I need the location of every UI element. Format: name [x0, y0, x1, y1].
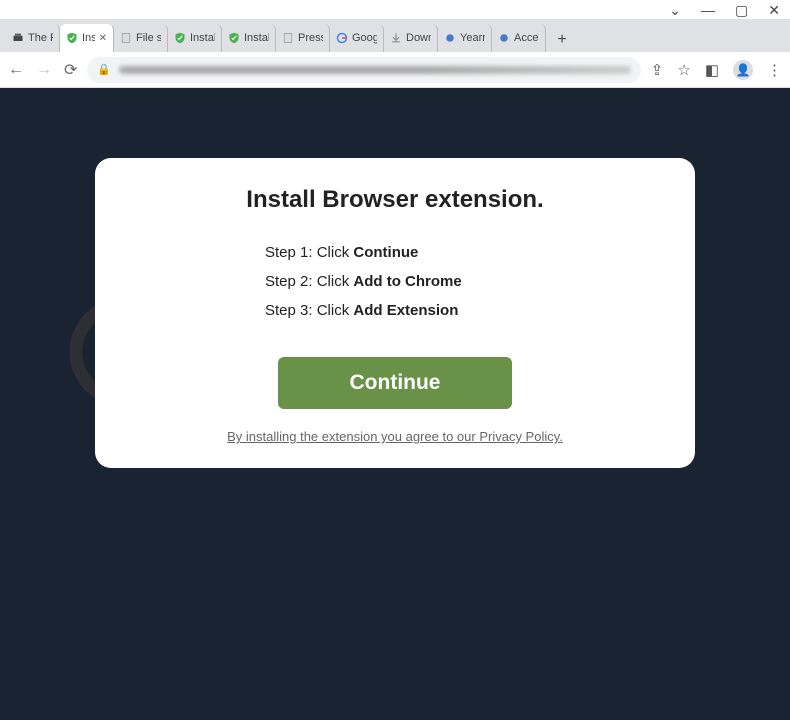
back-button[interactable]: ←	[8, 61, 24, 79]
google-icon	[336, 32, 348, 44]
printer-icon	[12, 32, 24, 44]
tab-title: Install	[244, 32, 269, 44]
page-viewport: risk.com Install Browser extension. Step…	[0, 88, 790, 720]
forward-button[interactable]: →	[36, 61, 52, 79]
share-icon[interactable]: ⇪	[651, 61, 664, 79]
step-action: Continue	[353, 244, 418, 261]
step-1: Step 1: Click Continue	[265, 244, 655, 261]
step-prefix: Step 3: Click	[265, 302, 353, 319]
tab-title: Acces	[514, 32, 539, 44]
step-action: Add to Chrome	[353, 273, 461, 290]
gear-icon	[444, 32, 456, 44]
tab-title: The P	[28, 32, 53, 44]
shield-icon	[174, 32, 186, 44]
gear-icon	[498, 32, 510, 44]
window-maximize-icon[interactable]: ▢	[735, 3, 748, 17]
tab-7[interactable]: Down	[384, 24, 438, 52]
tab-8[interactable]: Yearn	[438, 24, 492, 52]
tab-title: Ins	[82, 32, 95, 44]
tab-5[interactable]: Press	[276, 24, 330, 52]
step-prefix: Step 2: Click	[265, 273, 353, 290]
tab-close-icon[interactable]: ✕	[99, 33, 107, 44]
tab-2[interactable]: File sh	[114, 24, 168, 52]
step-3: Step 3: Click Add Extension	[265, 302, 655, 319]
window-controls: ⌄ — ▢ ✕	[0, 0, 790, 20]
tab-4[interactable]: Install	[222, 24, 276, 52]
page-icon	[282, 32, 294, 44]
tab-title: Googl	[352, 32, 377, 44]
card-title: Install Browser extension.	[135, 186, 655, 214]
tab-title: Press	[298, 32, 323, 44]
tab-9[interactable]: Acces	[492, 24, 546, 52]
menu-icon[interactable]: ⋮	[767, 61, 782, 79]
new-tab-button[interactable]: +	[550, 28, 574, 52]
shield-icon	[66, 32, 78, 44]
page-icon	[120, 32, 132, 44]
step-prefix: Step 1: Click	[265, 244, 353, 261]
address-bar[interactable]: 🔒	[87, 57, 640, 83]
reload-button[interactable]: ⟳	[64, 60, 77, 80]
tab-6[interactable]: Googl	[330, 24, 384, 52]
tab-title: Install	[190, 32, 215, 44]
bookmark-star-icon[interactable]: ☆	[677, 61, 690, 79]
nav-arrows: ← → ⟳	[8, 60, 77, 80]
window-minimize-icon[interactable]: —	[701, 3, 715, 17]
continue-button[interactable]: Continue	[278, 357, 512, 409]
extensions-icon[interactable]: ◧	[705, 61, 719, 79]
shield-icon	[228, 32, 240, 44]
toolbar-actions: ⇪ ☆ ◧ 👤 ⋮	[651, 60, 782, 80]
profile-avatar-icon[interactable]: 👤	[733, 60, 753, 80]
steps-list: Step 1: Click Continue Step 2: Click Add…	[265, 244, 655, 319]
tab-3[interactable]: Install	[168, 24, 222, 52]
tab-bar: The P Ins ✕ File sh Install Install Pres…	[0, 20, 790, 52]
download-icon	[390, 32, 402, 44]
tab-1[interactable]: Ins ✕	[60, 24, 114, 52]
url-text	[119, 66, 631, 74]
step-2: Step 2: Click Add to Chrome	[265, 273, 655, 290]
window-dropdown-icon[interactable]: ⌄	[669, 3, 681, 17]
tab-title: File sh	[136, 32, 161, 44]
privacy-policy-link[interactable]: By installing the extension you agree to…	[135, 429, 655, 444]
step-action: Add Extension	[353, 302, 458, 319]
tab-0[interactable]: The P	[6, 24, 60, 52]
window-close-icon[interactable]: ✕	[768, 3, 780, 17]
lock-icon: 🔒	[97, 63, 111, 76]
tab-title: Yearn	[460, 32, 485, 44]
tab-title: Down	[406, 32, 431, 44]
toolbar: ← → ⟳ 🔒 ⇪ ☆ ◧ 👤 ⋮	[0, 52, 790, 88]
install-card: Install Browser extension. Step 1: Click…	[95, 158, 695, 468]
